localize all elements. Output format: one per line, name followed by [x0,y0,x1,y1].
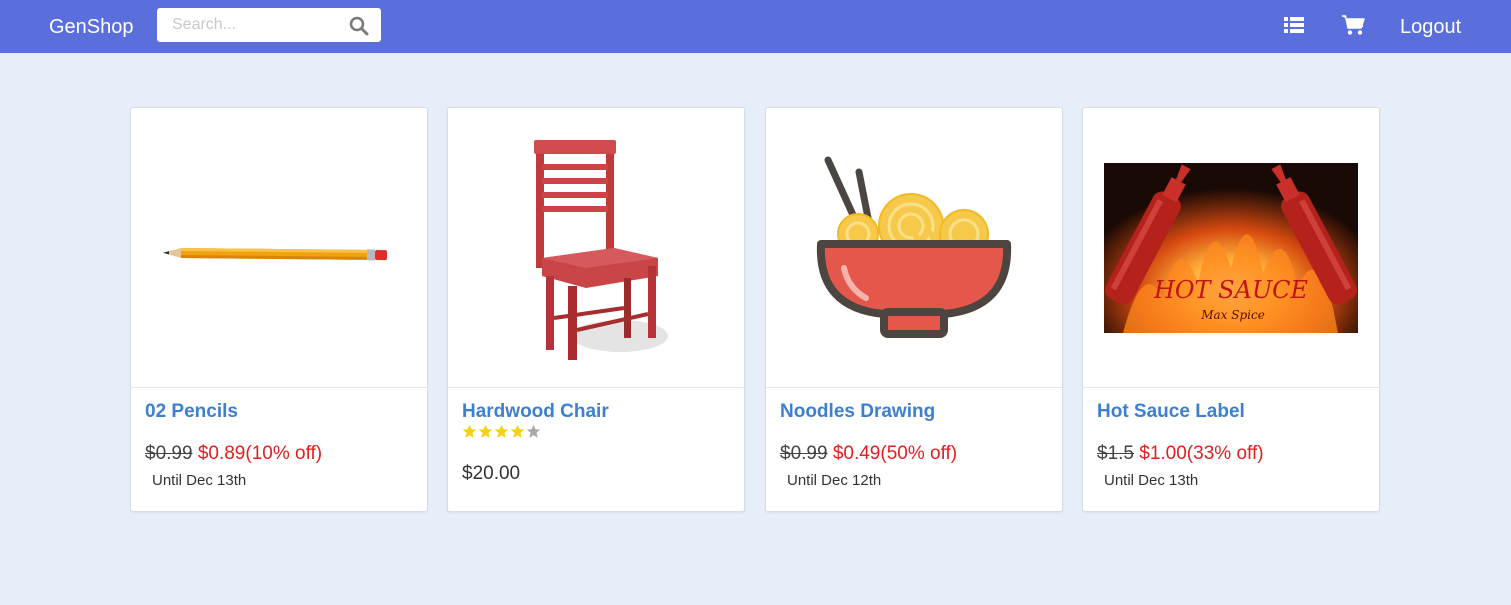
star-icon [478,424,493,438]
product-card[interactable]: Hardwood Chair $20.00 [447,107,745,512]
product-image-hot-sauce[interactable]: HOT SAUCE Max Spice [1083,108,1379,388]
product-card[interactable]: 02 Pencils $0.99 $0.89(10% off) Until De… [130,107,428,512]
offer-until: Until Dec 12th [787,472,882,489]
star-icon [494,424,509,438]
old-price: $0.99 [145,443,193,464]
star-icon [510,424,525,438]
offer-until: Until Dec 13th [1104,472,1199,489]
label-subtitle-text: Max Spice [1200,308,1265,322]
product-title[interactable]: Hot Sauce Label [1097,401,1245,423]
product-title[interactable]: 02 Pencils [145,401,238,423]
search-icon[interactable] [349,16,369,36]
product-title[interactable]: Noodles Drawing [780,401,935,423]
star-icon [526,424,541,438]
navbar: GenShop Logout [0,0,1511,53]
product-image-chair[interactable] [448,108,744,388]
price-line: $0.99 $0.49(50% off) [780,443,957,465]
price-line: $0.99 $0.89(10% off) [145,443,322,465]
brand-logo[interactable]: GenShop [49,15,134,39]
list-icon[interactable] [1283,14,1305,36]
price: $20.00 [462,463,521,484]
cart-icon[interactable] [1341,14,1365,36]
offer-until: Until Dec 13th [152,472,247,489]
price-line: $1.5 $1.00(33% off) [1097,443,1264,465]
search-input[interactable] [157,8,347,42]
product-title[interactable]: Hardwood Chair [462,401,609,423]
product-card[interactable]: Noodles Drawing $0.99 $0.49(50% off) Unt… [765,107,1063,512]
old-price: $1.5 [1097,443,1134,464]
product-image-noodles[interactable] [766,108,1062,388]
product-card[interactable]: HOT SAUCE Max Spice Hot Sauce Label $1.5… [1082,107,1380,512]
sale-price: $1.00(33% off) [1139,443,1264,464]
sale-price: $0.89(10% off) [197,443,323,464]
old-price: $0.99 [780,443,828,464]
sale-price: $0.49(50% off) [832,443,958,464]
logout-link[interactable]: Logout [1400,15,1461,39]
search-box [157,8,381,42]
star-rating [462,424,542,442]
star-icon [462,424,477,438]
product-image-pencil[interactable] [131,108,427,388]
label-title-text: HOT SAUCE [1153,276,1309,304]
